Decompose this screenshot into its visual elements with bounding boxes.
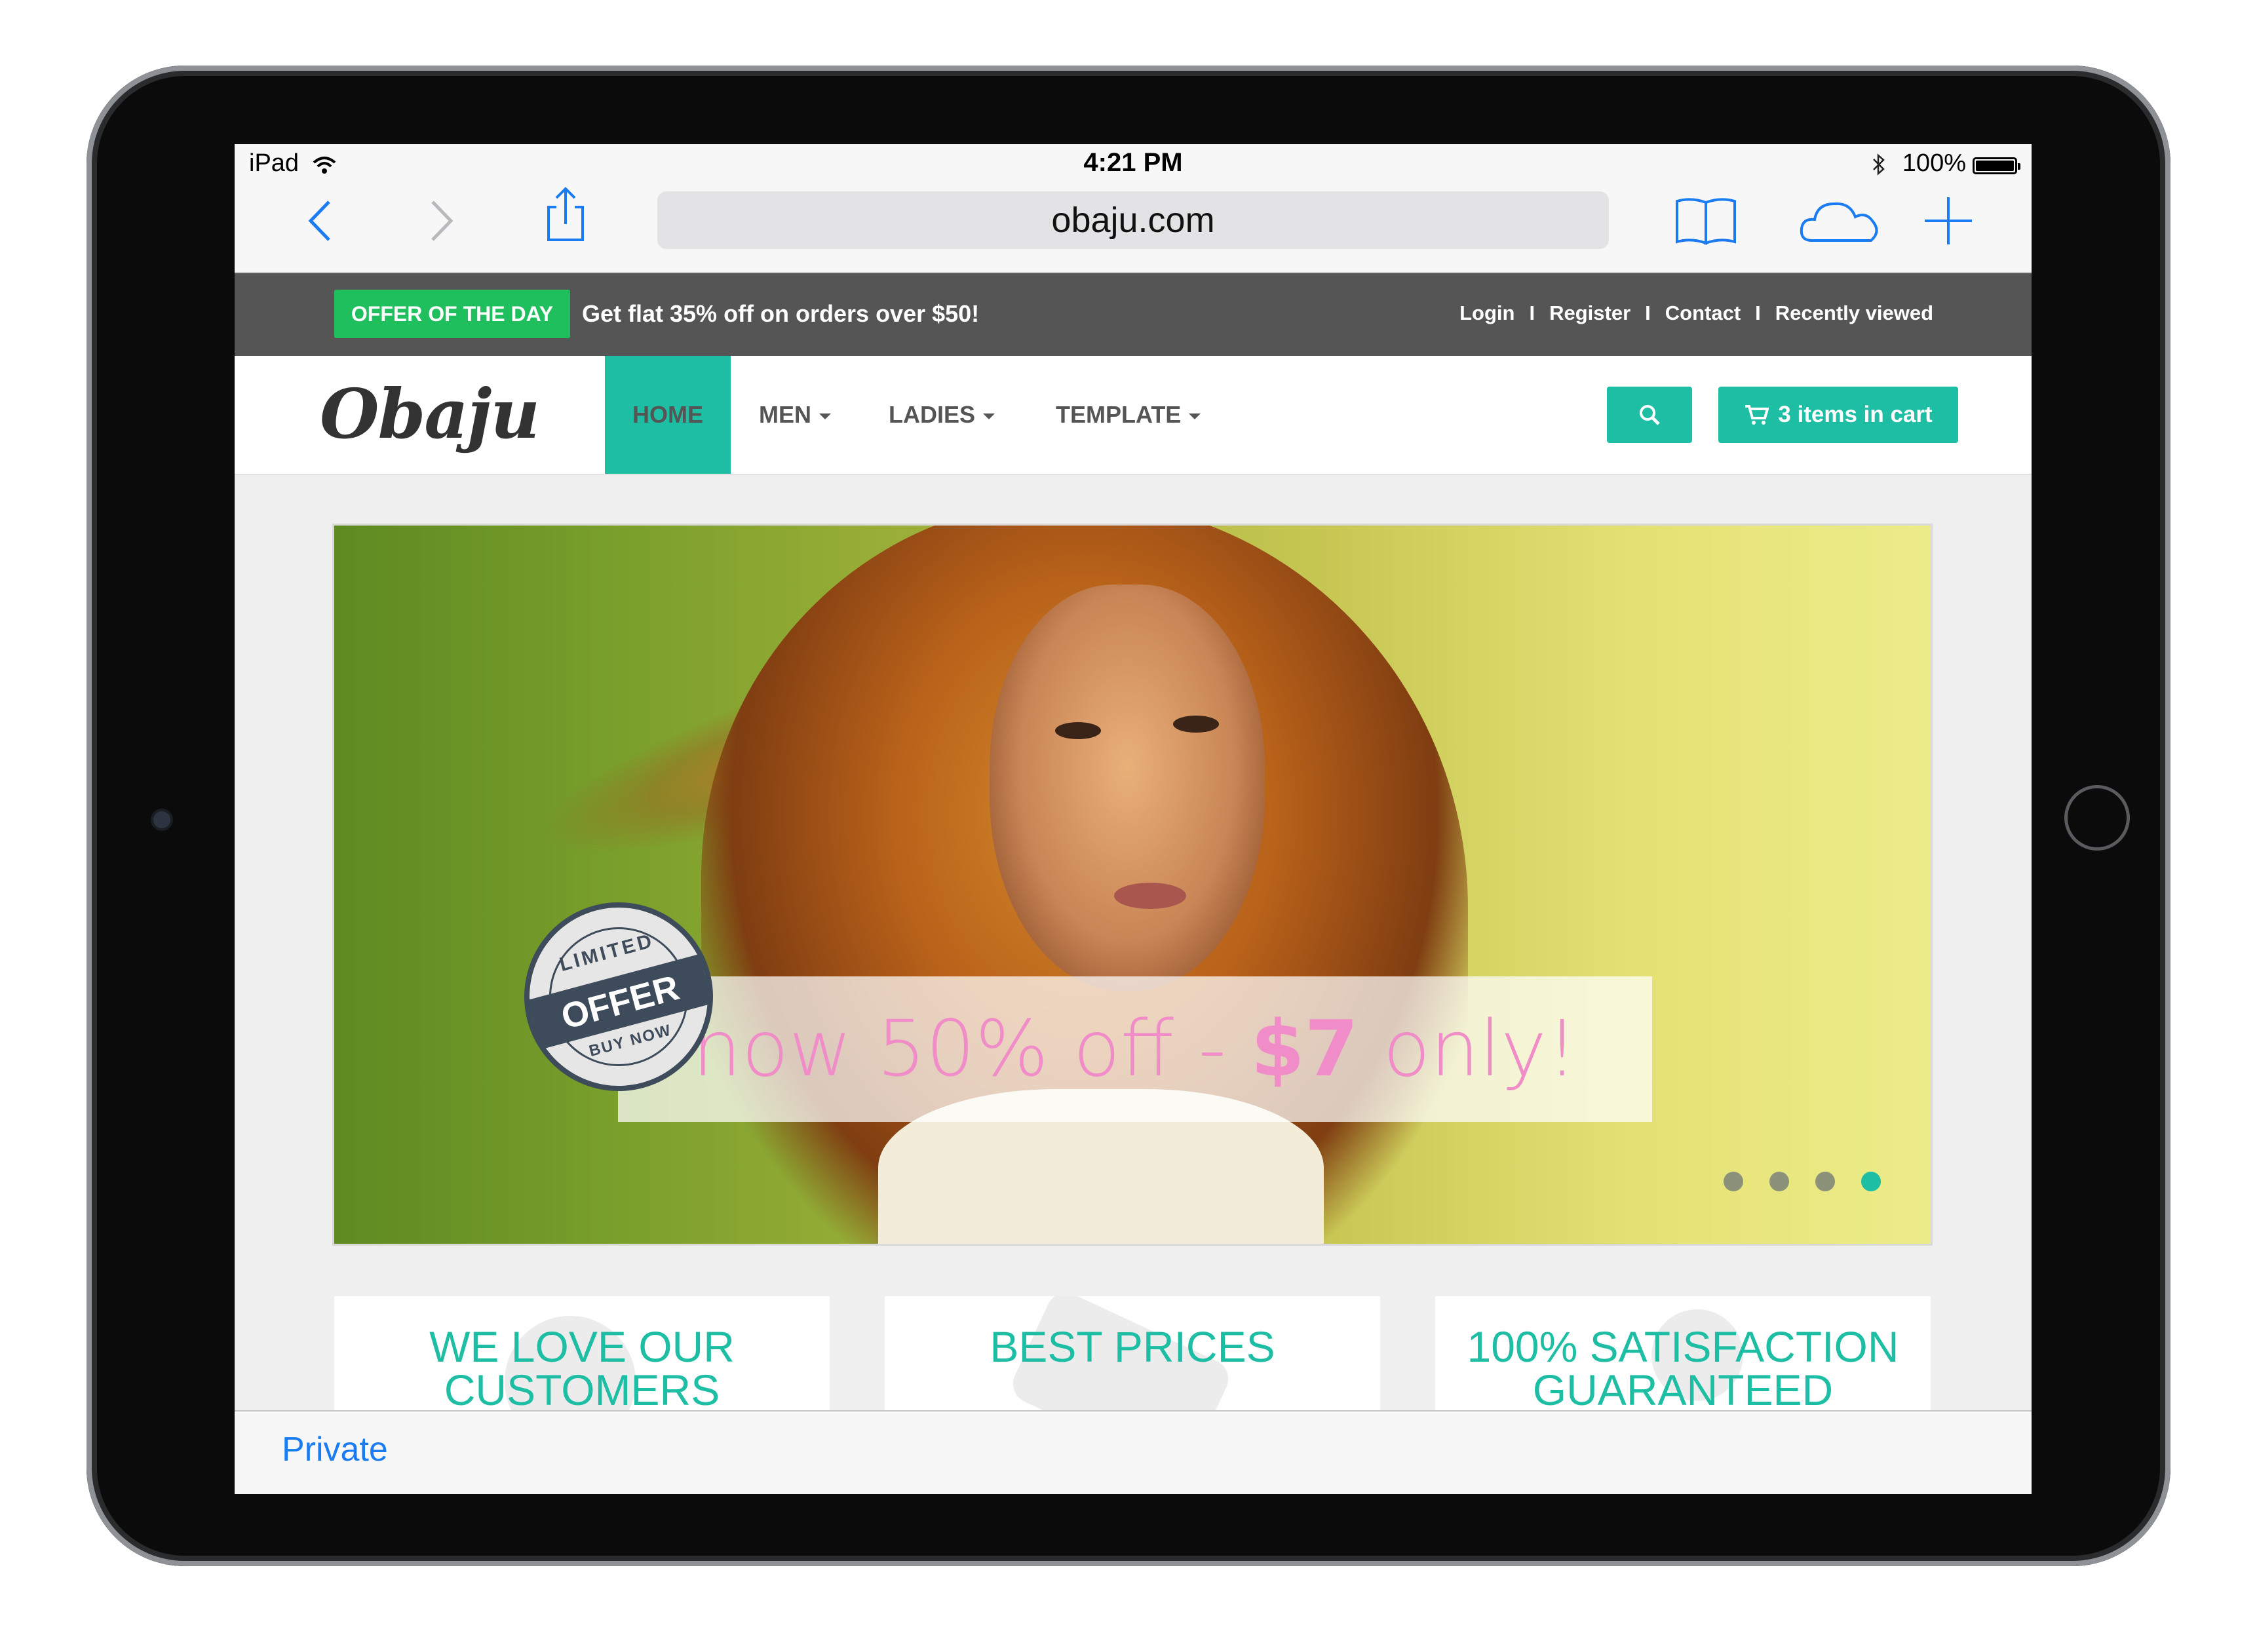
caret-down-icon bbox=[1189, 413, 1201, 419]
home-button[interactable] bbox=[2064, 785, 2130, 851]
search-button[interactable] bbox=[1607, 387, 1692, 443]
link-separator: I bbox=[1529, 301, 1535, 324]
offer-of-the-day-badge[interactable]: OFFER OF THE DAY bbox=[334, 290, 570, 338]
hero-image-lips bbox=[1114, 883, 1186, 909]
hero-image-eye bbox=[1173, 716, 1219, 733]
address-bar[interactable]: obaju.com bbox=[657, 191, 1609, 249]
url-text: obaju.com bbox=[1051, 201, 1215, 240]
forward-button[interactable] bbox=[412, 191, 471, 250]
battery-icon bbox=[1973, 157, 2020, 174]
carousel-dot[interactable] bbox=[1724, 1172, 1743, 1191]
promo-text: now 50% off - $7 only! bbox=[618, 983, 1652, 1114]
offer-badge-label: OFFER OF THE DAY bbox=[351, 301, 554, 326]
link-separator: I bbox=[1645, 301, 1651, 324]
link-separator: I bbox=[1755, 301, 1761, 324]
cart-button[interactable]: 3 items in cart bbox=[1718, 387, 1958, 443]
carousel-dot[interactable] bbox=[1769, 1172, 1789, 1191]
feature-title: BEST PRICES bbox=[885, 1325, 1380, 1368]
clock: 4:21 PM bbox=[1083, 148, 1183, 177]
search-icon bbox=[1640, 405, 1660, 425]
nav-item-ladies[interactable]: LADIES bbox=[889, 401, 995, 429]
share-icon bbox=[547, 187, 584, 241]
cloud-tabs-button[interactable] bbox=[1794, 191, 1886, 250]
top-links: Login I Register I Contact I Recently vi… bbox=[1459, 301, 1933, 325]
nav-item-template[interactable]: TEMPLATE bbox=[1056, 401, 1201, 429]
promo-suffix: only! bbox=[1358, 1003, 1578, 1094]
nav-item-ladies-label: LADIES bbox=[889, 401, 976, 428]
browser-bottom-bar bbox=[235, 1410, 2032, 1494]
promo-price: $7 bbox=[1250, 1003, 1359, 1094]
feature-title: WE LOVE OUR CUSTOMERS bbox=[334, 1325, 830, 1412]
carousel-dot-active[interactable] bbox=[1861, 1172, 1881, 1191]
login-link[interactable]: Login bbox=[1459, 301, 1514, 325]
battery-status: 100% bbox=[1872, 149, 1966, 178]
feature-title-line: WE LOVE OUR bbox=[429, 1322, 735, 1371]
shopping-cart-icon bbox=[1745, 405, 1769, 425]
status-bar: iPad 4:21 PM 100% bbox=[235, 144, 2032, 183]
nav-item-home[interactable]: HOME bbox=[605, 401, 731, 429]
cart-label: 3 items in cart bbox=[1778, 402, 1933, 427]
feature-title-line: GUARANTEED bbox=[1532, 1366, 1834, 1414]
bookmarks-button[interactable] bbox=[1670, 191, 1742, 250]
feature-title-line: CUSTOMERS bbox=[444, 1366, 720, 1414]
feature-title-line: BEST PRICES bbox=[990, 1322, 1275, 1371]
forward-icon bbox=[431, 201, 453, 241]
promo-prefix: now 50% off - bbox=[692, 1003, 1251, 1094]
nav-item-men-label: MEN bbox=[759, 401, 811, 428]
caret-down-icon bbox=[983, 413, 995, 419]
hero-image-eye bbox=[1055, 722, 1101, 739]
bluetooth-icon bbox=[1873, 153, 1885, 176]
front-camera bbox=[153, 811, 170, 828]
register-link[interactable]: Register bbox=[1549, 301, 1630, 325]
share-button[interactable] bbox=[536, 185, 595, 244]
screen: iPad 4:21 PM 100% obaju.com OFFER OF THE… bbox=[235, 144, 2032, 1494]
bookmarks-icon bbox=[1676, 198, 1736, 245]
new-tab-icon bbox=[1925, 197, 1972, 244]
recently-viewed-link[interactable]: Recently viewed bbox=[1775, 301, 1933, 325]
carousel-dot[interactable] bbox=[1815, 1172, 1835, 1191]
battery-percent: 100% bbox=[1902, 149, 1966, 177]
hero-image-face bbox=[990, 585, 1265, 991]
nav-item-template-label: TEMPLATE bbox=[1056, 401, 1182, 428]
back-icon bbox=[308, 201, 330, 241]
private-mode-button[interactable]: Private bbox=[282, 1430, 388, 1469]
contact-link[interactable]: Contact bbox=[1665, 301, 1741, 325]
feature-title: 100% SATISFACTION GUARANTEED bbox=[1435, 1325, 1931, 1412]
nav-item-men[interactable]: MEN bbox=[759, 401, 831, 429]
cloud-tabs-icon bbox=[1800, 202, 1878, 242]
offer-text: Get flat 35% off on orders over $50! bbox=[582, 300, 980, 327]
caret-down-icon bbox=[819, 413, 831, 419]
hero-carousel[interactable] bbox=[334, 526, 1931, 1244]
back-button[interactable] bbox=[291, 191, 350, 250]
new-tab-button[interactable] bbox=[1919, 191, 1978, 250]
site-logo[interactable]: Obaju bbox=[320, 374, 540, 454]
feature-title-line: 100% SATISFACTION bbox=[1467, 1322, 1899, 1371]
